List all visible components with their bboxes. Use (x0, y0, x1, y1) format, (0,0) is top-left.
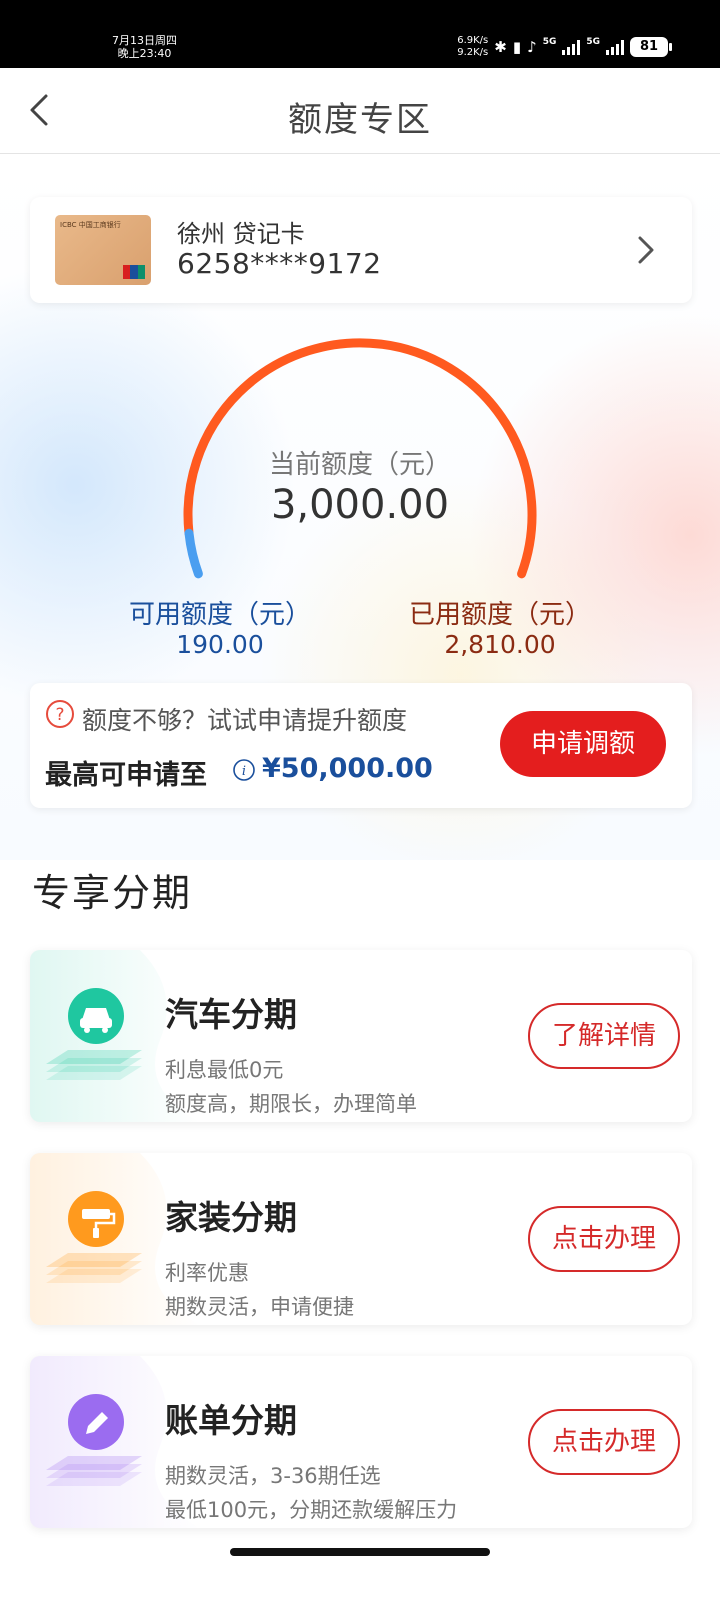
max-quota-value: ¥50,000.00 (262, 753, 433, 784)
nav-header: 额度专区 (0, 68, 720, 154)
pencil-icon (46, 1394, 142, 1486)
unionpay-logo (123, 265, 145, 279)
home-indicator[interactable] (230, 1548, 490, 1556)
installment-card-home-decor[interactable]: 家装分期 利率优惠 期数灵活，申请便捷 点击办理 (30, 1153, 692, 1325)
learn-more-button[interactable]: 了解详情 (528, 1003, 680, 1069)
network-speed: 6.9K/s 9.2K/s (457, 35, 489, 58)
available-quota-value: 190.00 (176, 630, 264, 659)
vibrate-icon: ▮ (512, 38, 522, 56)
svg-text:i: i (242, 764, 246, 779)
installment-card-car[interactable]: 汽车分期 利息最低0元 额度高，期限长，办理简单 了解详情 (30, 950, 692, 1122)
installment-desc: 利息最低0元 (165, 1058, 284, 1082)
installment-desc: 期数灵活，3-36期任选 (165, 1464, 381, 1488)
card-selector[interactable]: ICBC 中国工商银行 徐州 贷记卡 6258****9172 (30, 197, 692, 303)
installment-desc: 利率优惠 (165, 1261, 249, 1285)
installment-title: 家装分期 (165, 1198, 297, 1237)
bluetooth-icon: ✱ (494, 38, 507, 56)
status-datetime: 7月13日周四 晚上23:40 (112, 34, 177, 60)
svg-text:?: ? (55, 705, 64, 725)
used-quota-label: 已用额度（元） (408, 600, 591, 630)
installment-desc: 最低100元，分期还款缓解压力 (165, 1498, 458, 1522)
raise-quota-panel: ? 额度不够？试试申请提升额度 最高可申请至 i ¥50,000.00 申请调额 (30, 683, 692, 808)
apply-now-button[interactable]: 点击办理 (528, 1409, 680, 1475)
card-name: 徐州 贷记卡 (177, 220, 305, 248)
available-arc (184, 528, 203, 579)
installment-desc: 额度高，期限长，办理简单 (165, 1092, 417, 1116)
status-time: 晚上23:40 (117, 47, 172, 60)
current-quota-value: 3,000.00 (270, 482, 450, 528)
installment-title: 账单分期 (165, 1401, 297, 1440)
installment-desc: 期数灵活，申请便捷 (165, 1295, 354, 1319)
battery-icon: 81 (630, 37, 672, 57)
current-quota-label: 当前额度（元） (268, 450, 451, 480)
signal-icon (562, 39, 581, 55)
network-type-2: 5G (586, 37, 600, 47)
page-title: 额度专区 (288, 100, 432, 140)
status-bar: 7月13日周四 晚上23:40 6.9K/s 9.2K/s ✱ ▮ ♪ 5G 5… (0, 0, 720, 68)
question-icon: ? (46, 700, 74, 728)
max-quota-label: 最高可申请至 (45, 760, 207, 791)
card-bank-logo: ICBC 中国工商银行 (60, 221, 121, 229)
available-quota-label: 可用额度（元） (128, 600, 311, 630)
apply-adjust-quota-button[interactable]: 申请调额 (500, 711, 666, 777)
section-title: 专享分期 (32, 871, 193, 915)
info-icon[interactable]: i (232, 758, 256, 782)
status-icons: 6.9K/s 9.2K/s ✱ ▮ ♪ 5G 5G 81 (457, 35, 672, 59)
apply-now-button[interactable]: 点击办理 (528, 1206, 680, 1272)
installment-card-bill[interactable]: 账单分期 期数灵活，3-36期任选 最低100元，分期还款缓解压力 点击办理 (30, 1356, 692, 1528)
car-icon (46, 988, 142, 1080)
network-type-1: 5G (542, 37, 557, 47)
raise-hint: 额度不够？试试申请提升额度 (82, 706, 408, 735)
status-date: 7月13日周四 (112, 34, 177, 47)
signal-icon (606, 39, 624, 55)
card-number: 6258****9172 (177, 247, 382, 280)
installment-title: 汽车分期 (165, 995, 297, 1034)
card-image: ICBC 中国工商银行 (55, 215, 151, 285)
used-quota-value: 2,810.00 (444, 630, 556, 659)
alarm-icon: ♪ (527, 38, 537, 56)
paint-roller-icon (46, 1191, 142, 1283)
chevron-right-icon (638, 236, 654, 264)
